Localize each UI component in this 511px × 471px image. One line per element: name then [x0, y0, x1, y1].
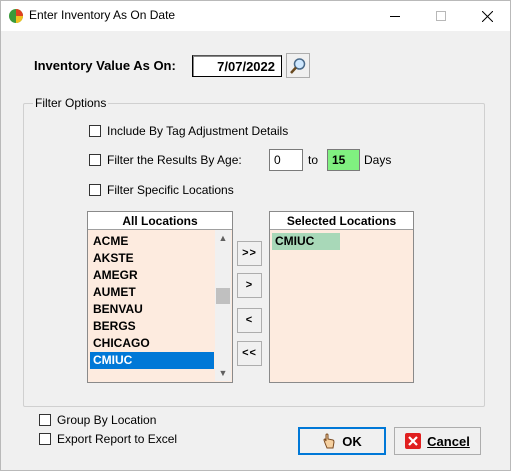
all-locations-header: All Locations	[88, 212, 232, 230]
list-item[interactable]: ACME	[90, 233, 214, 250]
all-locations-scrollbar[interactable]: ▲ ▼	[215, 230, 231, 381]
list-item[interactable]: CHICAGO	[90, 335, 214, 352]
list-item[interactable]: CMIUC	[272, 233, 340, 250]
magnifier-icon	[290, 57, 306, 74]
days-label: Days	[364, 153, 392, 167]
age-from-input[interactable]: 0	[269, 149, 303, 171]
inventory-date-label: Inventory Value As On:	[34, 58, 176, 73]
list-item[interactable]: BENVAU	[90, 301, 214, 318]
filter-age-checkbox[interactable]	[89, 154, 101, 166]
ok-button[interactable]: OK	[298, 427, 386, 455]
dialog-window: Enter Inventory As On Date Inventory Val…	[0, 0, 511, 471]
filter-options-title: Filter Options	[33, 96, 109, 110]
maximize-button[interactable]	[418, 1, 464, 31]
selected-locations-list[interactable]: Selected Locations CMIUC	[269, 211, 414, 383]
export-excel-option[interactable]: Export Report to Excel	[39, 432, 177, 446]
filter-locations-label: Filter Specific Locations	[107, 183, 234, 197]
list-item[interactable]: AUMET	[90, 284, 214, 301]
all-locations-list[interactable]: All Locations ACME AKSTE AMEGR AUMET BEN…	[87, 211, 233, 383]
cancel-label: Cancel	[427, 433, 470, 449]
to-label: to	[308, 153, 319, 167]
title-bar: Enter Inventory As On Date	[1, 1, 510, 31]
add-one-button[interactable]: >	[237, 273, 262, 298]
selected-locations-header: Selected Locations	[270, 212, 413, 230]
group-by-location-checkbox[interactable]	[39, 414, 51, 426]
scroll-up-icon[interactable]: ▲	[215, 230, 231, 246]
include-tag-checkbox[interactable]	[89, 125, 101, 137]
minimize-button[interactable]	[372, 1, 418, 31]
maximize-icon	[436, 11, 446, 21]
export-excel-label: Export Report to Excel	[57, 432, 178, 446]
inventory-date-input[interactable]: 7/07/2022	[192, 55, 282, 77]
ok-label: OK	[342, 433, 362, 449]
cancel-x-icon	[405, 433, 422, 449]
remove-all-button[interactable]: <<	[237, 341, 262, 366]
list-item[interactable]: AMEGR	[90, 267, 214, 284]
filter-locations-option[interactable]: Filter Specific Locations	[89, 183, 234, 197]
include-tag-label: Include By Tag Adjustment Details	[107, 124, 289, 138]
include-tag-option[interactable]: Include By Tag Adjustment Details	[89, 124, 288, 138]
export-excel-checkbox[interactable]	[39, 433, 51, 445]
list-item-selected[interactable]: CMIUC	[90, 352, 214, 369]
list-item[interactable]: BERGS	[90, 318, 214, 335]
close-icon	[481, 10, 493, 22]
group-by-location-label: Group By Location	[57, 413, 157, 427]
minimize-icon	[390, 15, 400, 17]
filter-age-label: Filter the Results By Age:	[107, 153, 242, 167]
scroll-thumb[interactable]	[216, 288, 230, 304]
add-all-button[interactable]: >>	[237, 241, 262, 266]
age-to-input[interactable]: 15	[327, 149, 360, 171]
date-lookup-button[interactable]	[286, 53, 310, 78]
close-button[interactable]	[464, 1, 510, 31]
filter-age-option[interactable]: Filter the Results By Age:	[89, 153, 242, 167]
hand-pointer-icon	[322, 433, 336, 449]
group-by-location-option[interactable]: Group By Location	[39, 413, 156, 427]
cancel-button[interactable]: Cancel	[394, 427, 481, 455]
scroll-down-icon[interactable]: ▼	[215, 365, 231, 381]
window-title: Enter Inventory As On Date	[29, 8, 176, 22]
filter-locations-checkbox[interactable]	[89, 184, 101, 196]
app-icon	[9, 9, 23, 23]
list-item[interactable]: AKSTE	[90, 250, 214, 267]
remove-one-button[interactable]: <	[237, 308, 262, 333]
